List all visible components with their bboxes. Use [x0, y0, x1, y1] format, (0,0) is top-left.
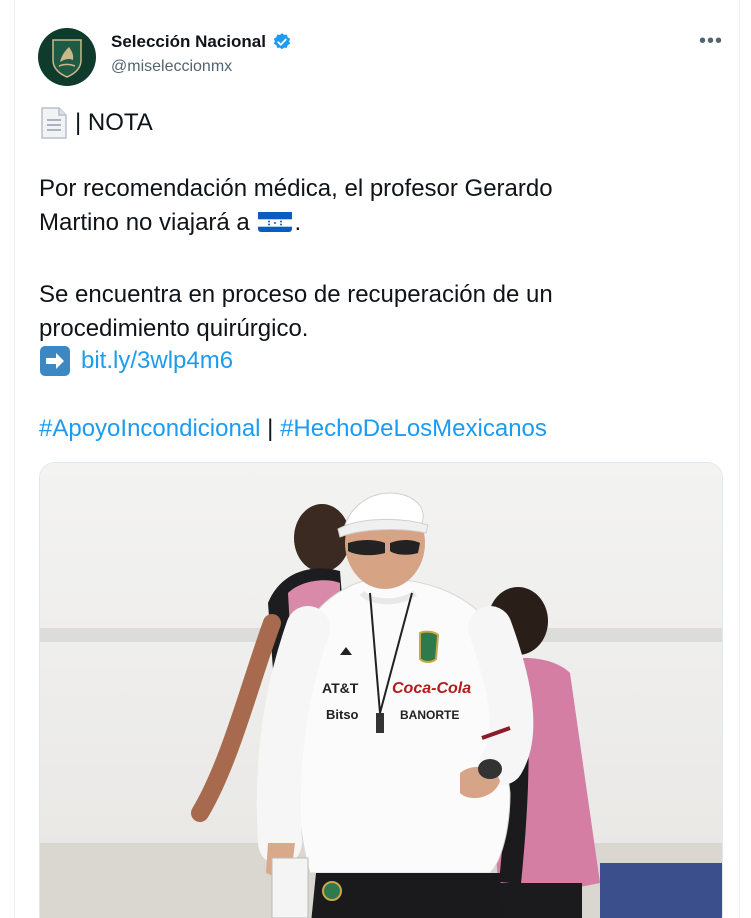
verified-badge-icon	[273, 33, 291, 50]
nota-line: | NOTA	[39, 106, 679, 140]
tweet-card[interactable]: Selección Nacional @miseleccionmx ••• | …	[14, 0, 740, 918]
account-handle[interactable]: @miseleccionmx	[111, 58, 232, 76]
paragraph-1-end: .	[294, 209, 302, 236]
tweet-paragraph-1: Por recomendación médica, el profesor Ge…	[39, 172, 679, 240]
link-row: bit.ly/3wlp4m6	[39, 345, 233, 377]
mexico-crest-icon	[52, 39, 82, 78]
nota-label: | NOTA	[75, 109, 153, 136]
hashtag-apoyo[interactable]: #ApoyoIncondicional	[39, 415, 261, 442]
sponsor-bitso: Bitso	[326, 707, 359, 722]
tweet-paragraph-2: Se encuentra en proceso de recuperación …	[39, 278, 679, 346]
paragraph-1-line-2: Martino no viajará a	[39, 209, 250, 236]
paragraph-2-line-1: Se encuentra en proceso de recuperación …	[39, 281, 553, 308]
more-options-icon[interactable]: •••	[699, 30, 723, 53]
document-icon	[41, 107, 67, 139]
paragraph-1-line-1: Por recomendación médica, el profesor Ge…	[39, 175, 553, 202]
sponsor-banorte: BANORTE	[400, 708, 459, 722]
hashtag-hecho[interactable]: #HechoDeLosMexicanos	[280, 415, 547, 442]
sponsor-att: AT&T	[322, 680, 359, 696]
account-name[interactable]: Selección Nacional	[111, 32, 266, 52]
hashtag-separator: |	[260, 415, 281, 442]
paragraph-1-line-2-wrap: Martino no viajará a .	[39, 206, 679, 240]
honduras-flag-icon	[258, 210, 293, 232]
right-arrow-icon	[40, 346, 70, 376]
sponsor-cocacola: Coca-Cola	[392, 680, 471, 697]
coach-photo: AT&T Coca-Cola Bitso BANORTE	[40, 463, 722, 918]
account-name-row[interactable]: Selección Nacional	[111, 32, 292, 52]
tweet-link[interactable]: bit.ly/3wlp4m6	[81, 347, 233, 375]
paragraph-2-line-2: procedimiento quirúrgico.	[39, 315, 309, 342]
hashtags: #ApoyoIncondicional | #HechoDeLosMexican…	[39, 412, 547, 446]
tweet-photo[interactable]: AT&T Coca-Cola Bitso BANORTE	[39, 462, 723, 918]
avatar[interactable]	[38, 28, 96, 86]
